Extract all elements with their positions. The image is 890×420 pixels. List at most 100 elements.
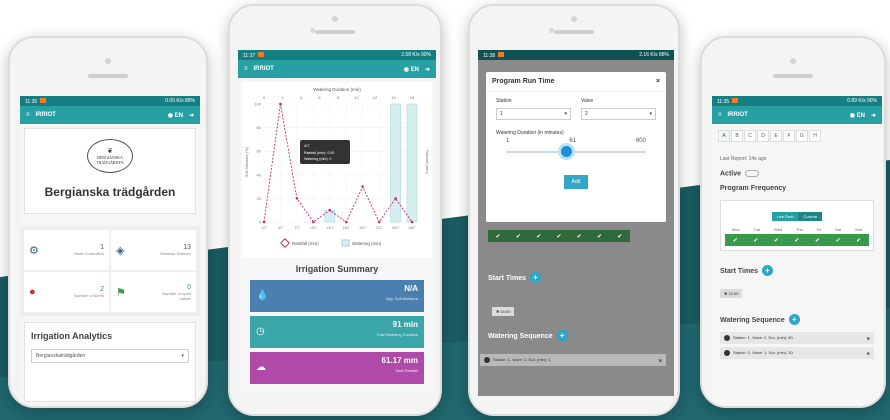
watering-bar [324,209,336,223]
y-tick-label: 100 [254,102,261,107]
top-tick-label: 10 [354,95,359,100]
y-tick-label: 0 [259,220,262,225]
modal-close-button[interactable]: × [656,78,660,85]
watering-bar [390,103,401,223]
sequence-item[interactable]: Station: 1, Valve: 2, Dur. (min): 60 ✖ [720,332,874,345]
program-frequency-label: Program Frequency [720,185,787,193]
top-tick-label: 12 [373,95,378,100]
add-start-time-button[interactable]: + [762,265,773,277]
phone-program-modal: 11:38 2.16 K/s 88% ✔ ✔ ✔ ✔ ✔ ✔ ✔ Start Times + ✖… [468,4,680,416]
watering-sequence-heading: Watering Sequence + [712,310,882,329]
right-axis-label: Rainfall (mm) [425,150,430,174]
logout-icon[interactable]: ➜ [189,112,194,119]
tab-h[interactable]: H [809,130,821,142]
analytics-card: Irrigation Analytics Bergianskaträdgårde… [24,322,196,402]
camera-icon [571,16,577,22]
rainfall-point [344,220,348,224]
add-start-time-button[interactable]: + [530,272,541,283]
legend-water-swatch [341,239,350,247]
program-run-time-modal: Program Run Time × Station 1 ▾ Valve 2 ▾ Wa… [486,72,666,222]
tooltip-line: Rainfall (mm): 0.00 [304,151,334,155]
close-icon[interactable]: ✖ [867,336,870,341]
info-icon [484,357,490,363]
stat-valves[interactable]: ⚑ 0 Number of open valves [111,272,196,312]
tab-g[interactable]: G [796,130,808,142]
speaker [315,30,355,34]
tab-b[interactable]: B [731,130,743,142]
tab-c[interactable]: C [744,130,756,142]
tab-a[interactable]: A [718,130,730,142]
summary-title: Irrigation Summary [295,264,379,274]
add-sequence-button[interactable]: + [556,330,568,341]
last-report: Last Report: 14s ago [720,156,767,162]
status-bar: 11:38 2.16 K/s 88% [478,50,674,60]
hamburger-icon[interactable]: ≡ [244,66,248,72]
day-labels: Mon Tue Wed Thu Fri Sat Sun [731,227,863,233]
sensor-icon [309,28,315,33]
valve-label: Valve [581,98,594,104]
freq-use-rest-button[interactable]: Use Rest [771,212,799,222]
info-icon [724,350,730,357]
active-toggle[interactable] [745,170,760,177]
stat-controllers[interactable]: ⚙ 1 Base Controllers [24,230,109,270]
x-tick-label: 25/7 [392,226,399,230]
station-label: Station [496,98,512,104]
sensor-icon [549,28,555,33]
top-tick-label: 4 [300,95,303,100]
tab-f[interactable]: F [783,130,795,142]
status-bar: 11:35 0.06 K/s 89% [20,96,200,106]
phone-program-settings: 11:35 0.89 K/s 90% ≡ IRRIOT ◉ EN ➜ A B C … [700,36,886,408]
top-tick-label: 8 [337,95,340,100]
chevron-down-icon: ▾ [649,111,652,117]
valve-select[interactable]: 2 ▾ [581,108,656,120]
add-button[interactable]: Add [563,175,589,189]
logout-icon[interactable]: ➜ [871,112,876,119]
hamburger-icon[interactable]: ≡ [26,112,30,118]
start-times-heading: Start Times + [488,272,541,283]
tab-e[interactable]: E [770,130,782,142]
stats-grid: ⚙ 1 Base Controllers ◈ 13 Wireless Station… [20,226,200,316]
frequency-card: Use Rest Custom Mon Tue Wed Thu Fri Sat Sun ✔ ✔ ✔… [720,200,874,252]
phone-dashboard: 11:35 0.06 K/s 89% ≡ IRRIOT ◉ EN ➜ ❦ BERG… [8,36,208,408]
tab-d[interactable]: D [757,130,769,142]
legend-water-label: Watering (min) [352,241,382,246]
stat-stations[interactable]: ◈ 13 Wireless Stations [111,230,196,270]
start-time-chip[interactable]: ✖ 00:00 [492,300,515,318]
y-tick-label: 60 [257,149,262,154]
tooltip-date: 4/7 [304,143,310,148]
close-icon[interactable]: ✖ [867,351,870,356]
left-axis-label: Soil Moisture (%) [244,146,249,177]
sequence-item[interactable]: Station: 2, Valve: 1, Dur. (min): 30 ✖ [720,347,874,360]
language-button[interactable]: ◉ EN [404,66,419,73]
app-name: IRRIOT [35,112,56,118]
garden-card: ❦ BERGIANSKA TRÄDGÅRDEN Bergianska trädg… [24,128,196,214]
sequence-item[interactable]: Station: 1, Valve: 1, Dur. (min): 1 ✖ [480,354,666,366]
stat-alerts[interactable]: ● 2 Number of Alerts [24,272,109,312]
top-tick-label: 14 [391,95,396,100]
close-icon[interactable]: ✖ [659,358,662,363]
analytics-title: Irrigation Analytics [31,331,113,341]
alert-icon: ● [29,286,36,298]
camera-icon [790,58,796,64]
x-tick-label: 10/7 [310,226,317,230]
slider-thumb[interactable] [561,146,573,157]
add-sequence-button[interactable]: + [788,314,800,326]
duration-slider[interactable] [506,144,646,160]
day-checks-row[interactable]: ✔ ✔ ✔ ✔ ✔ ✔ ✔ [725,234,869,247]
screen-analytics: 11:37 2.58 K/s 90% ≡ IRRIOT ◉ EN ➜ Wateri… [238,50,436,396]
y-tick-label: 40 [257,172,262,177]
logout-icon[interactable]: ➜ [425,66,430,73]
chart-title: Watering Duration (min) [313,87,361,92]
language-button[interactable]: ◉ EN [850,112,865,119]
garden-select[interactable]: Bergianskaträdgården ▾ [31,349,189,363]
top-tick-label: 16 [410,95,415,100]
station-select[interactable]: 1 ▾ [496,108,571,120]
legend-rain-swatch [280,238,290,248]
camera-icon [105,58,111,64]
start-time-chip[interactable]: ✖ 22:00 [712,280,882,302]
language-button[interactable]: ◉ EN [168,112,183,119]
garden-logo: ❦ BERGIANSKA TRÄDGÅRDEN [87,139,133,173]
hamburger-icon[interactable]: ≡ [718,112,722,118]
top-tick-label: 0 [263,95,266,100]
freq-custom-button[interactable]: Custom [798,212,823,222]
